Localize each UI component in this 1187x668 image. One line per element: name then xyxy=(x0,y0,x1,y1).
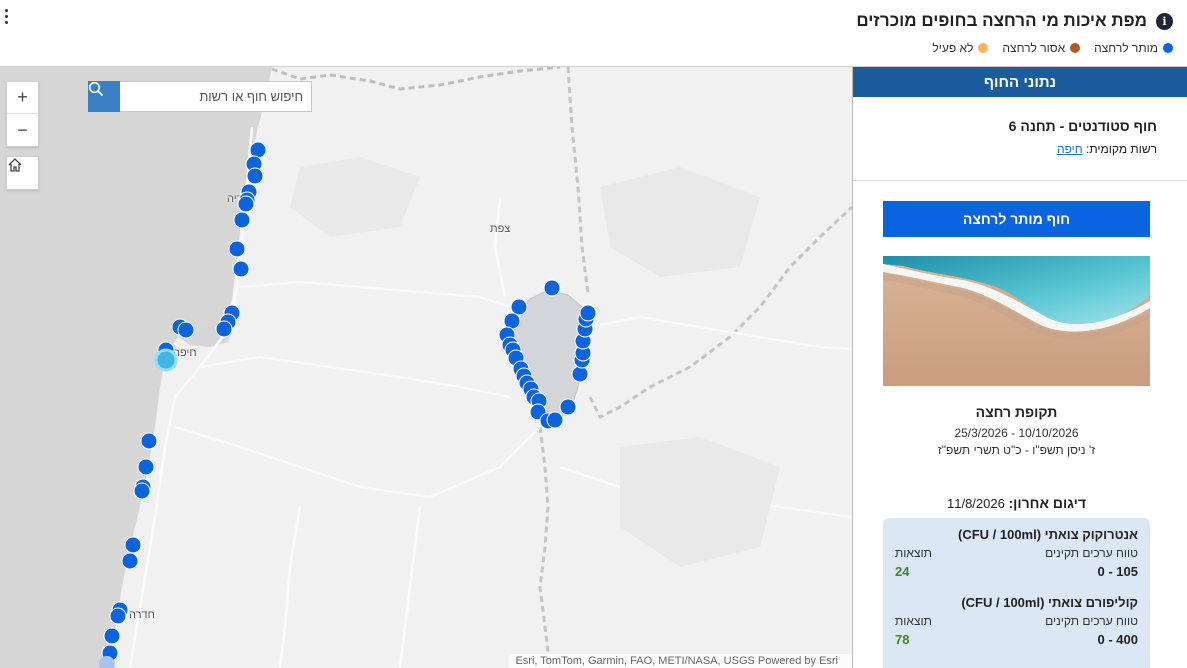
beach-marker[interactable] xyxy=(510,298,528,316)
beach-markers-layer xyxy=(99,141,597,668)
selected-beach-marker[interactable] xyxy=(154,348,178,372)
app-header: מפת איכות מי הרחצה בחופים מוכרזים i מותר… xyxy=(0,0,1187,67)
beach-marker[interactable] xyxy=(103,627,121,645)
range-label: טווח ערכים תקינים xyxy=(1045,614,1138,628)
page-title: מפת איכות מי הרחצה בחופים מוכרזים xyxy=(856,11,1147,30)
last-sample-date: 11/8/2026 xyxy=(947,496,1005,511)
beach-marker[interactable] xyxy=(546,411,564,429)
search-icon xyxy=(88,81,104,97)
legend-dot-allowed xyxy=(1163,43,1173,53)
beach-marker[interactable] xyxy=(228,240,246,258)
beach-marker[interactable] xyxy=(571,365,589,383)
result-value: 24 xyxy=(895,564,910,579)
result-value-col: תוצאות 78 xyxy=(895,614,955,647)
more-menu-icon[interactable] xyxy=(2,9,10,29)
zoom-controls: + − xyxy=(6,81,39,147)
season-dates: 25/3/2026 - 10/10/2026 xyxy=(954,426,1079,440)
beach-marker[interactable] xyxy=(232,260,250,278)
authority-label: רשות מקומית: xyxy=(1086,142,1157,156)
info-icon[interactable]: i xyxy=(1156,12,1173,30)
beach-marker[interactable] xyxy=(246,167,264,185)
beach-marker[interactable] xyxy=(249,141,267,159)
panel-header: נתוני החוף xyxy=(853,67,1187,97)
legend-label-allowed: מותר לרחצה xyxy=(1094,41,1158,55)
result-range-col: טווח ערכים תקינים 0 - 400 xyxy=(1045,614,1138,647)
home-icon xyxy=(8,158,22,172)
last-sample-label: דיגום אחרון: xyxy=(1008,495,1086,511)
authority-row: רשות מקומית: חיפה xyxy=(1057,142,1157,156)
beach-photo xyxy=(883,256,1150,386)
season-hebrew-dates: ז' ניסן תשפ"ו - כ"ט תשרי תשפ"ז xyxy=(937,443,1096,457)
beach-marker[interactable] xyxy=(543,279,561,297)
result-range-col: טווח ערכים תקינים 0 - 105 xyxy=(1045,546,1138,579)
result-grid: טווח ערכים תקינים 0 - 400 תוצאות 78 xyxy=(895,614,1138,647)
beach-marker[interactable] xyxy=(233,211,251,229)
legend-item-inactive: לא פעיל xyxy=(932,41,989,55)
range-value: 0 - 105 xyxy=(1097,564,1138,579)
result-label: תוצאות xyxy=(895,546,932,560)
season-title: תקופת רחצה xyxy=(975,404,1058,420)
beach-marker[interactable] xyxy=(177,321,195,339)
result-block-coliform: קוליפורם צואתי (CFU / 100ml) טווח ערכים … xyxy=(895,595,1138,647)
beach-name: חוף סטודנטים - תחנה 6 xyxy=(1008,118,1157,134)
beach-details-panel: נתוני החוף חוף סטודנטים - תחנה 6 רשות מק… xyxy=(852,67,1187,668)
result-grid: טווח ערכים תקינים 0 - 105 תוצאות 24 xyxy=(895,546,1138,579)
legend-label-inactive: לא פעיל xyxy=(932,41,974,55)
legend-item-forbidden: אסור לרחצה xyxy=(1002,41,1081,55)
map-view[interactable]: נהריה חיפה צפת חדרה + − xyxy=(0,67,852,668)
sample-results: אנטרוקוק צואתי (CFU / 100ml) טווח ערכים … xyxy=(883,518,1150,668)
zoom-in-button[interactable]: + xyxy=(7,82,38,114)
beach-marker[interactable] xyxy=(121,552,139,570)
last-sample-row: דיגום אחרון: 11/8/2026 xyxy=(883,495,1150,511)
result-block-enterococcus: אנטרוקוק צואתי (CFU / 100ml) טווח ערכים … xyxy=(895,527,1138,579)
result-title: קוליפורם צואתי (CFU / 100ml) xyxy=(961,595,1138,610)
beach-marker[interactable] xyxy=(237,195,255,213)
legend-label-forbidden: אסור לרחצה xyxy=(1002,41,1066,55)
home-control xyxy=(6,156,39,190)
panel-divider xyxy=(853,180,1187,181)
result-label: תוצאות xyxy=(895,614,932,628)
beach-marker[interactable] xyxy=(215,320,233,338)
beach-marker[interactable] xyxy=(133,482,151,500)
beach-marker[interactable] xyxy=(579,304,597,322)
beach-marker[interactable] xyxy=(137,458,155,476)
result-value: 78 xyxy=(895,632,910,647)
search-button[interactable] xyxy=(88,81,120,112)
beach-marker[interactable] xyxy=(124,536,142,554)
beach-status-banner[interactable]: חוף מותר לרחצה xyxy=(883,201,1150,237)
beach-marker[interactable] xyxy=(140,432,158,450)
beach-marker[interactable] xyxy=(109,607,127,625)
result-value-col: תוצאות 24 xyxy=(895,546,955,579)
legend-dot-forbidden xyxy=(1070,43,1081,53)
title-bar: מפת איכות מי הרחצה בחופים מוכרזים i xyxy=(856,10,1173,32)
authority-link[interactable]: חיפה xyxy=(1057,142,1083,156)
zoom-out-button[interactable]: − xyxy=(7,114,38,146)
result-title: אנטרוקוק צואתי (CFU / 100ml) xyxy=(957,527,1138,542)
beach-marker[interactable] xyxy=(559,398,577,416)
search-widget xyxy=(88,81,312,112)
legend-item-allowed: מותר לרחצה xyxy=(1094,41,1173,55)
search-input[interactable] xyxy=(120,81,312,112)
legend-dot-inactive xyxy=(978,43,989,53)
legend: מותר לרחצה אסור לרחצה לא פעיל xyxy=(918,40,1173,56)
range-value: 0 - 400 xyxy=(1097,632,1138,647)
app-root: מפת איכות מי הרחצה בחופים מוכרזים i מותר… xyxy=(0,0,1187,668)
range-label: טווח ערכים תקינים xyxy=(1045,546,1138,560)
map-attribution: Esri, TomTom, Garmin, FAO, METI/NASA, US… xyxy=(509,654,852,668)
beach-photo-illustration xyxy=(883,256,1150,386)
home-button[interactable] xyxy=(7,157,38,189)
